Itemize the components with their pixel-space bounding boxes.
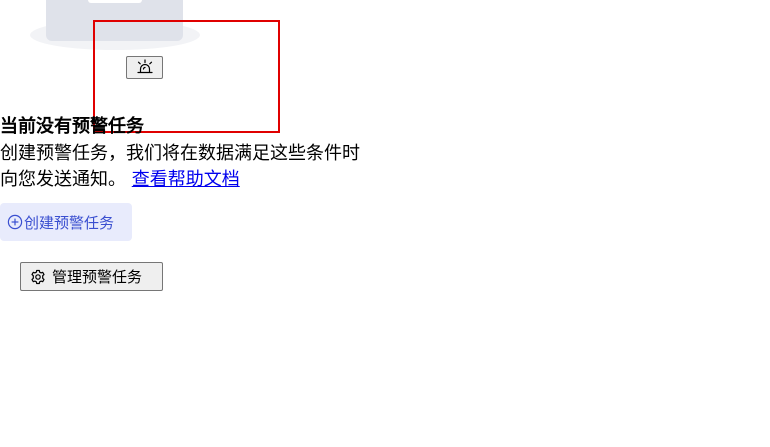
gear-icon xyxy=(30,269,46,285)
create-alert-label: 创建预警任务 xyxy=(24,213,115,232)
alert-empty-page: 当前没有预警任务 创建预警任务，我们将在数据满足这些条件时向您发送通知。 查看帮… xyxy=(0,0,770,447)
create-alert-button[interactable]: 创建预警任务 xyxy=(0,203,132,241)
alarm-icon xyxy=(135,59,155,76)
illustration-card xyxy=(46,0,183,41)
help-doc-link[interactable]: 查看帮助文档 xyxy=(132,169,240,190)
manage-alerts-button[interactable]: 管理预警任务 xyxy=(20,262,163,291)
illustration-card-slot xyxy=(88,0,142,3)
empty-illustration xyxy=(0,0,240,60)
plus-circle-icon xyxy=(7,214,23,230)
empty-title: 当前没有预警任务 xyxy=(0,116,144,137)
manage-alerts-label: 管理预警任务 xyxy=(52,268,143,286)
alarm-button[interactable] xyxy=(126,56,163,79)
empty-description: 创建预警任务，我们将在数据满足这些条件时向您发送通知。 查看帮助文档 xyxy=(0,141,370,193)
